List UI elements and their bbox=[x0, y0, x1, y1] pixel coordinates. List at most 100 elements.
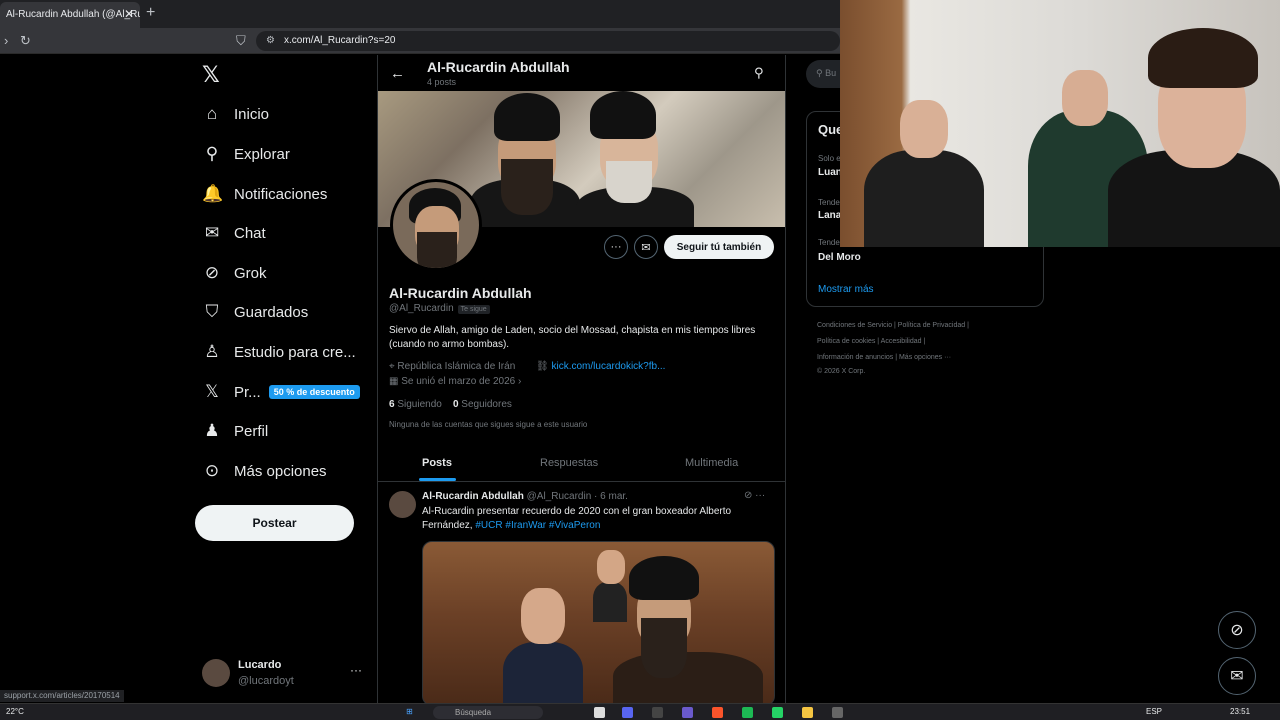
windows-start-icon[interactable]: ⊞ bbox=[406, 707, 413, 716]
trend-context: Tende bbox=[818, 238, 840, 247]
following-link[interactable]: 6 Siguiendo bbox=[389, 399, 442, 410]
spotify-icon[interactable] bbox=[742, 707, 753, 718]
sidebar-item-inicio[interactable]: ⌂ Inicio bbox=[202, 100, 269, 128]
bookmark-icon[interactable]: ⛉ bbox=[236, 33, 246, 49]
sidebar-item-notificaciones[interactable]: 🔔 Notificaciones bbox=[202, 180, 327, 208]
footer-links[interactable]: Condiciones de Servicio | Política de Pr… bbox=[817, 322, 969, 329]
grok-icon: ⊘ bbox=[204, 263, 220, 282]
sidebar-item-perfil[interactable]: ♟ Perfil bbox=[202, 417, 268, 445]
x-logo[interactable]: 𝕏 bbox=[202, 62, 220, 88]
tab-posts[interactable]: Posts bbox=[422, 457, 452, 469]
profile-bio: Siervo de Allah, amigo de Laden, socio d… bbox=[389, 325, 756, 350]
tab-title: Al-Rucardin Abdullah (@Al_Ruca bbox=[6, 9, 140, 20]
trend-context: Tende bbox=[818, 198, 840, 207]
search-icon: ⚲ bbox=[205, 144, 219, 163]
trend-item[interactable]: Luan bbox=[818, 167, 842, 178]
profile-link[interactable]: kick.com/lucardokick?fb... bbox=[551, 361, 665, 372]
sidebar-item-estudio-para-cre[interactable]: ♙ Estudio para cre... bbox=[202, 338, 355, 366]
new-tab-button[interactable]: + bbox=[146, 4, 155, 22]
promo-badge[interactable]: 50 % de descuento bbox=[268, 385, 360, 399]
link-icon: ⛓ bbox=[536, 361, 549, 372]
no-mutual-followers-note: Ninguna de las cuentas que sigues sigue … bbox=[389, 420, 588, 429]
app-icon[interactable] bbox=[682, 707, 693, 718]
copyright: © 2026 X Corp. bbox=[817, 368, 866, 375]
followers-link[interactable]: 0 Seguidores bbox=[453, 399, 512, 410]
url-text: x.com/Al_Rucardin?s=20 bbox=[284, 35, 396, 46]
tab-replies[interactable]: Respuestas bbox=[540, 457, 598, 469]
active-tab-indicator bbox=[419, 478, 456, 481]
site-info-icon[interactable]: ⚙ bbox=[266, 35, 275, 46]
taskbar-search[interactable]: Búsqueda bbox=[433, 706, 543, 719]
avatar bbox=[202, 659, 230, 687]
profile-joined[interactable]: ▦ Se unió el marzo de 2026 › bbox=[389, 376, 521, 387]
profile-icon: ♟ bbox=[204, 421, 220, 440]
grok-icon[interactable]: ⊘ bbox=[1218, 611, 1256, 649]
folder-icon[interactable] bbox=[802, 707, 813, 718]
tab-media[interactable]: Multimedia bbox=[685, 457, 738, 469]
post-item[interactable]: Al-Rucardin Abdullah @Al_Rucardin · 6 ma… bbox=[378, 483, 785, 703]
trend-item[interactable]: Lana bbox=[818, 210, 841, 221]
profile-column: ← Al-Rucardin Abdullah 4 posts ⚲ ··· ✉ S… bbox=[377, 55, 786, 703]
avatar[interactable] bbox=[389, 491, 416, 518]
app-icon[interactable] bbox=[594, 707, 605, 718]
header-name: Al-Rucardin Abdullah bbox=[427, 59, 570, 75]
reload-icon[interactable]: ↻ bbox=[20, 33, 31, 49]
profile-avatar[interactable] bbox=[390, 179, 482, 271]
footer-links[interactable]: Información de anuncios | Más opciones ·… bbox=[817, 354, 951, 361]
post-more-icon[interactable]: ⊘ ··· bbox=[744, 490, 765, 501]
url-field[interactable]: ⚙ x.com/Al_Rucardin?s=20 bbox=[256, 31, 840, 51]
message-button[interactable]: ✉ bbox=[634, 235, 658, 259]
sidebar-item-explorar[interactable]: ⚲ Explorar bbox=[202, 140, 290, 168]
show-more-link[interactable]: Mostrar más bbox=[818, 284, 874, 295]
post-author: Al-Rucardin Abdullah bbox=[422, 491, 524, 502]
post-button[interactable]: Postear bbox=[195, 505, 354, 541]
webcam-overlay bbox=[840, 0, 1280, 247]
post-text: Al-Rucardin presentar recuerdo de 2020 c… bbox=[422, 506, 732, 531]
sidebar-item-label: Chat bbox=[234, 224, 266, 242]
more-options-button[interactable]: ··· bbox=[604, 235, 628, 259]
sidebar-item-más-opciones[interactable]: ⊙ Más opciones bbox=[202, 457, 327, 485]
browser-tab[interactable]: Al-Rucardin Abdullah (@Al_Ruca ✕ bbox=[0, 2, 140, 28]
discord-icon[interactable] bbox=[622, 707, 633, 718]
app-icon[interactable] bbox=[832, 707, 843, 718]
os-taskbar: 22°C ⊞ Búsqueda ESP 23:51 bbox=[0, 703, 1280, 720]
sidebar-item-label: Grok bbox=[234, 264, 267, 282]
post-header: Al-Rucardin Abdullah @Al_Rucardin · 6 ma… bbox=[422, 491, 628, 502]
follow-back-button[interactable]: Seguir tú también bbox=[664, 235, 774, 259]
sidebar-item-label: Inicio bbox=[234, 105, 270, 123]
post-date: · 6 mar. bbox=[594, 491, 628, 502]
footer-links[interactable]: Política de cookies | Accesibilidad | bbox=[817, 338, 925, 345]
account-switcher[interactable]: Lucardo @lucardoyt ··· bbox=[202, 657, 367, 691]
messages-icon[interactable]: ✉ bbox=[1218, 657, 1256, 695]
sidebar-item-label: Más opciones bbox=[234, 462, 327, 480]
browser-tabbar: Al-Rucardin Abdullah (@Al_Ruca ✕ + bbox=[0, 0, 840, 28]
clock[interactable]: 23:51 bbox=[1230, 707, 1250, 716]
post-image[interactable] bbox=[422, 541, 775, 703]
header-post-count: 4 posts bbox=[427, 77, 457, 87]
app-icon[interactable] bbox=[652, 707, 663, 718]
account-handle: @lucardoyt bbox=[238, 675, 294, 687]
whatsapp-icon[interactable] bbox=[772, 707, 783, 718]
trend-item[interactable]: Del Moro bbox=[818, 252, 861, 263]
search-icon[interactable]: ⚲ bbox=[754, 65, 764, 81]
profile-location: ⌖ República Islámica de Irán bbox=[389, 361, 516, 372]
bookmark-icon: ⛉ bbox=[205, 302, 219, 321]
post-hashtags[interactable]: #UCR #IranWar #VivaPeron bbox=[475, 520, 600, 531]
follows-you-badge: Te sigue bbox=[457, 305, 490, 314]
sidebar-item-label: Perfil bbox=[234, 422, 269, 440]
close-icon[interactable]: ✕ bbox=[124, 7, 134, 21]
sidebar-item-pr[interactable]: 𝕏 Pr... 50 % de descuento bbox=[202, 378, 360, 406]
location-icon: ⌖ bbox=[389, 361, 395, 372]
weather-widget[interactable]: 22°C bbox=[6, 707, 24, 716]
trend-context: Solo e bbox=[818, 154, 841, 163]
sidebar-item-chat[interactable]: ✉ Chat bbox=[202, 219, 266, 247]
sidebar-item-label: Guardados bbox=[234, 303, 309, 321]
language-indicator[interactable]: ESP bbox=[1146, 707, 1162, 716]
sidebar-item-grok[interactable]: ⊘ Grok bbox=[202, 259, 267, 287]
back-arrow-icon[interactable]: ← bbox=[390, 65, 405, 82]
home-icon: ⌂ bbox=[206, 104, 218, 123]
sidebar-item-guardados[interactable]: ⛉ Guardados bbox=[202, 298, 309, 326]
forward-icon[interactable]: › bbox=[4, 33, 8, 48]
more-icon[interactable]: ··· bbox=[350, 663, 362, 677]
brave-icon[interactable] bbox=[712, 707, 723, 718]
